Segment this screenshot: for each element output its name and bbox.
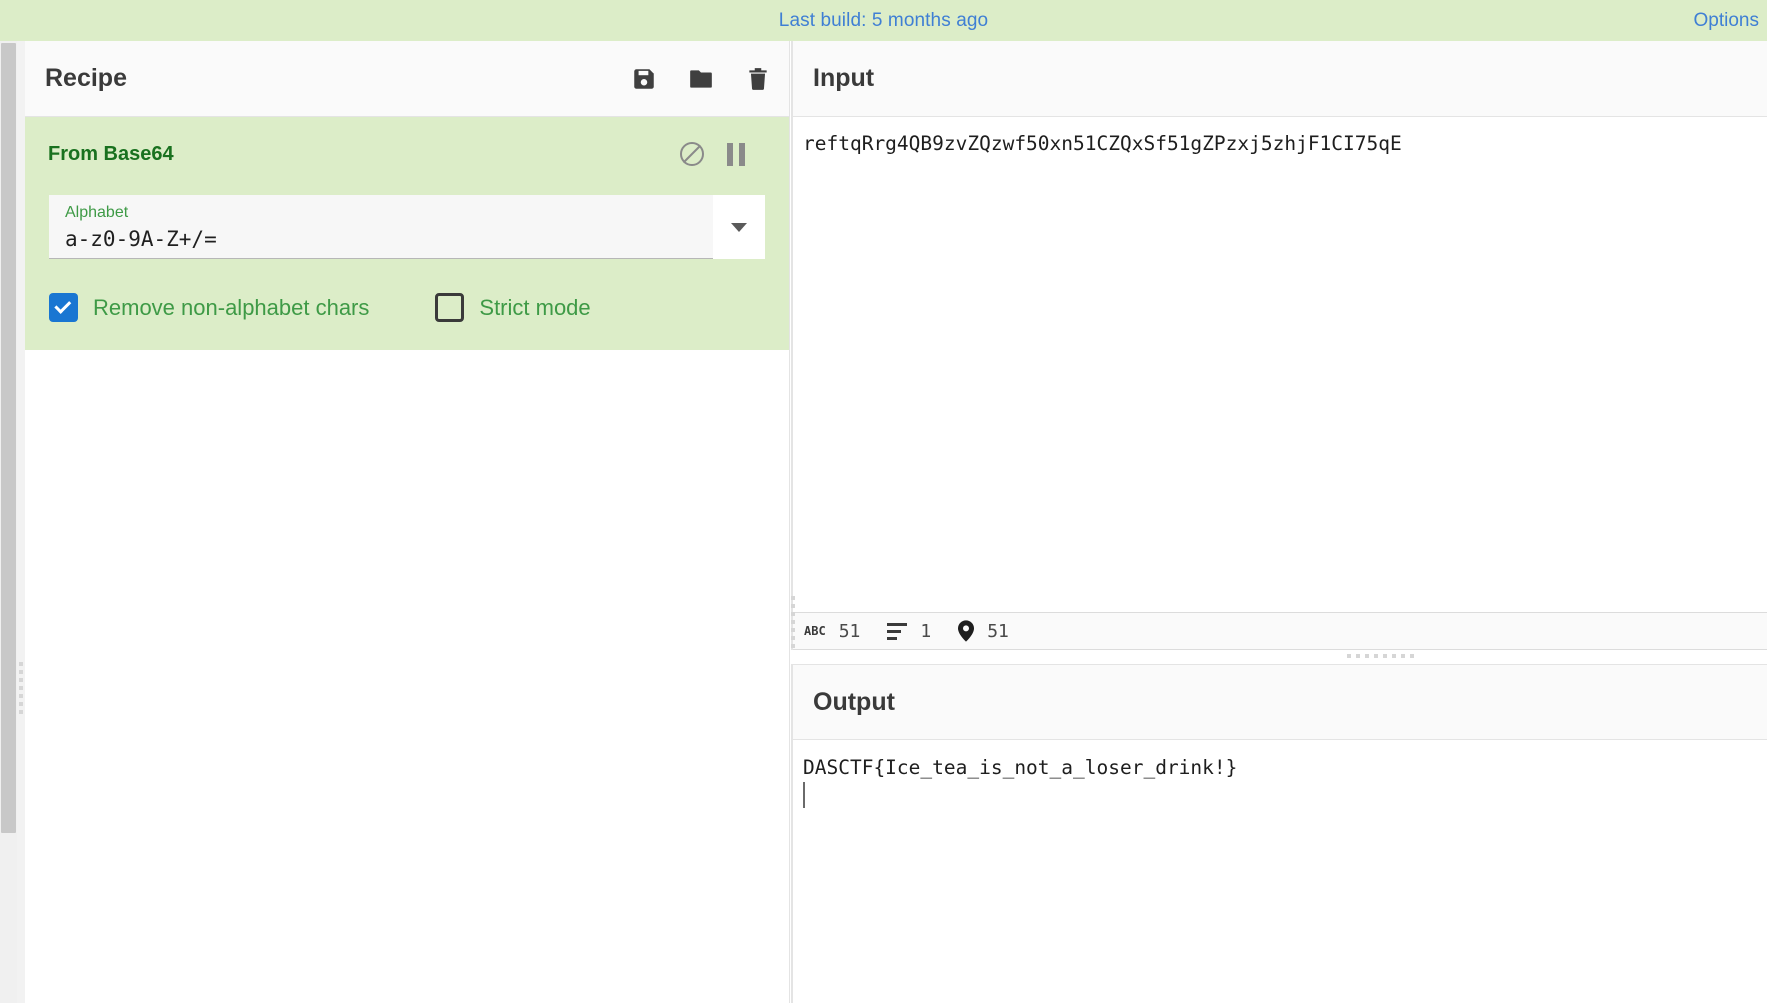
- io-horizontal-splitter[interactable]: [791, 596, 1767, 664]
- map-pin-icon: [958, 620, 975, 642]
- recipe-pane: Recipe From Base64 Alphabet a-z0-9A-Z+/=…: [25, 41, 790, 1003]
- operation-header: From Base64: [25, 131, 789, 177]
- io-left-grip: [791, 596, 795, 650]
- page-scrollbar[interactable]: [0, 41, 17, 1003]
- input-title: Input: [813, 64, 875, 92]
- save-icon[interactable]: [631, 66, 657, 92]
- remove-non-alphabet-label: Remove non-alphabet chars: [93, 294, 370, 320]
- chevron-down-icon: [731, 222, 747, 232]
- check-icon: [54, 296, 72, 314]
- strict-mode-label: Strict mode: [479, 294, 591, 320]
- operation-checkbox-arguments: Remove non-alphabet chars Strict mode: [49, 293, 765, 322]
- io-column: Input reftqRrg4QB9zvZQzwf50xn51CZQxSf51g…: [791, 41, 1767, 1003]
- strict-mode-checkbox[interactable]: Strict mode: [435, 293, 591, 322]
- recipe-header: Recipe: [25, 41, 789, 117]
- text-caret: [803, 782, 805, 808]
- alphabet-label: Alphabet: [65, 204, 129, 221]
- splitter-grip-horizontal: [1347, 654, 1414, 658]
- input-status-bar: ABC 51 1 51: [791, 612, 1767, 650]
- alphabet-argument: Alphabet: [49, 195, 765, 259]
- abc-icon: ABC: [804, 624, 826, 638]
- last-build-link[interactable]: Last build: 5 months ago: [779, 10, 988, 32]
- output-header: Output: [791, 664, 1767, 740]
- input-header: Input: [791, 41, 1767, 117]
- status-position: 51: [958, 620, 1009, 642]
- status-length: ABC 51: [804, 621, 860, 642]
- recipe-toolbar: [631, 41, 771, 116]
- circle-slash-icon[interactable]: [680, 142, 704, 166]
- status-length-value: 51: [838, 620, 861, 642]
- alphabet-field[interactable]: Alphabet: [49, 195, 713, 259]
- page-scrollbar-thumb[interactable]: [1, 43, 16, 833]
- recipe-title: Recipe: [45, 64, 127, 92]
- lines-icon: [887, 622, 908, 640]
- output-editor[interactable]: DASCTF{Ice_tea_is_not_a_loser_drink!}: [791, 740, 1767, 1002]
- options-link[interactable]: Options: [1694, 10, 1759, 32]
- checkbox-box-checked[interactable]: [49, 293, 78, 322]
- output-caret-line: [803, 782, 1767, 808]
- top-banner: Last build: 5 months ago Options: [0, 0, 1767, 41]
- folder-icon[interactable]: [688, 66, 714, 92]
- checkbox-box-unchecked[interactable]: [435, 293, 465, 322]
- alphabet-dropdown-button[interactable]: [713, 195, 765, 259]
- alphabet-input[interactable]: [65, 224, 701, 254]
- splitter-grip: [19, 662, 23, 716]
- recipe-left-splitter[interactable]: [17, 41, 25, 1003]
- output-text[interactable]: DASCTF{Ice_tea_is_not_a_loser_drink!}: [803, 754, 1767, 782]
- output-title: Output: [813, 687, 895, 716]
- operation-controls: [680, 131, 745, 177]
- status-lines-value: 1: [920, 620, 932, 642]
- operation-from-base64[interactable]: From Base64 Alphabet Remove non-alphabet…: [25, 117, 789, 350]
- pause-icon[interactable]: [727, 142, 745, 166]
- io-column-edge: [791, 41, 793, 1003]
- input-text[interactable]: reftqRrg4QB9zvZQzwf50xn51CZQxSf51gZPzxj5…: [803, 131, 1767, 157]
- status-lines: 1: [887, 621, 931, 642]
- input-editor[interactable]: reftqRrg4QB9zvZQzwf50xn51CZQxSf51gZPzxj5…: [791, 117, 1767, 612]
- status-position-value: 51: [987, 620, 1009, 642]
- remove-non-alphabet-checkbox[interactable]: Remove non-alphabet chars: [49, 293, 369, 322]
- trash-icon[interactable]: [745, 66, 771, 92]
- operation-title: From Base64: [48, 142, 174, 165]
